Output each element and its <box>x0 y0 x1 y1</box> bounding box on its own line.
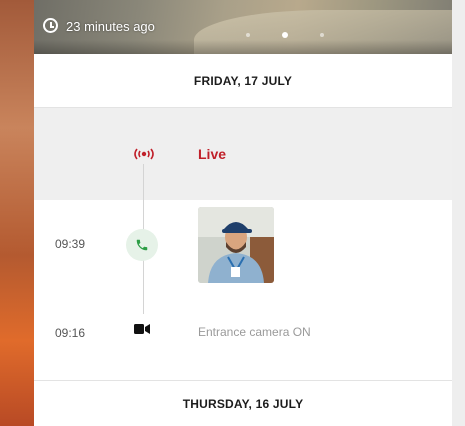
pagination-dots[interactable] <box>246 26 356 38</box>
background-blur-right <box>452 0 465 426</box>
live-label[interactable]: Live <box>198 146 226 162</box>
video-camera-icon-glyph <box>134 324 150 334</box>
phone-icon-glyph <box>136 239 148 251</box>
background-blur-left <box>0 0 34 426</box>
broadcast-icon <box>129 144 159 164</box>
clock-icon <box>43 18 58 33</box>
event-time: 09:16 <box>55 326 86 340</box>
broadcast-icon-glyph <box>134 148 154 160</box>
pagination-dot-active[interactable] <box>282 31 288 38</box>
visitor-snapshot[interactable] <box>198 207 274 283</box>
video-camera-icon <box>131 319 153 339</box>
event-time: 09:39 <box>55 237 86 251</box>
visitor-snapshot-image <box>198 207 274 283</box>
camera-preview[interactable]: 23 minutes ago <box>34 0 452 54</box>
phone-icon <box>126 229 158 261</box>
date-header: FRIDAY, 17 JULY <box>34 54 452 108</box>
pagination-dot[interactable] <box>320 32 324 37</box>
live-row[interactable] <box>34 108 452 200</box>
event-description: Entrance camera ON <box>198 325 311 339</box>
preview-shade <box>34 40 452 54</box>
event-history-panel: 23 minutes ago FRIDAY, 17 JULY Live 09:3… <box>34 0 452 426</box>
preview-time-ago: 23 minutes ago <box>66 19 155 34</box>
pagination-dot[interactable] <box>246 32 250 37</box>
date-header: THURSDAY, 16 JULY <box>34 380 452 426</box>
